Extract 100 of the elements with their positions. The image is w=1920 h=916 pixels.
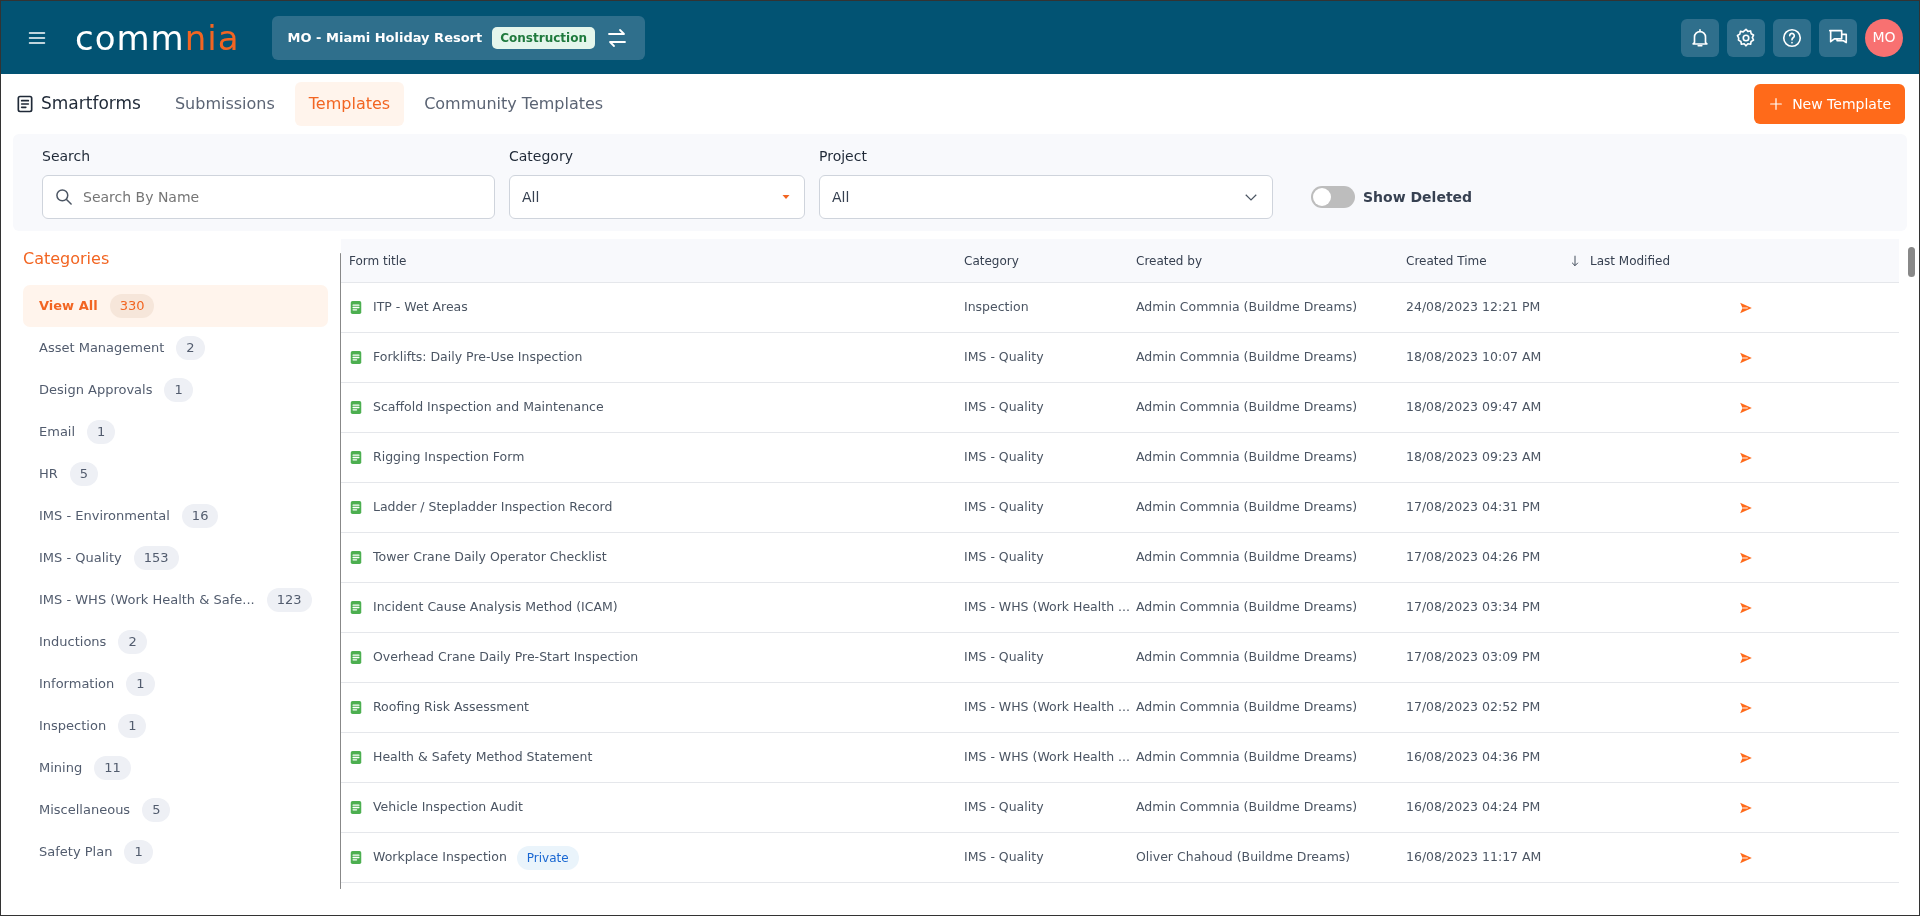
send-icon[interactable] — [1738, 751, 1754, 766]
category-item[interactable]: Mining 11 — [23, 747, 328, 789]
column-header[interactable]: Created Time — [1406, 251, 1487, 270]
count-badge: 123 — [266, 588, 312, 612]
send-icon[interactable] — [1738, 301, 1754, 316]
form-title[interactable]: Overhead Crane Daily Pre-Start Inspection — [373, 648, 639, 667]
count-badge: 330 — [109, 294, 155, 318]
form-title[interactable]: Incident Cause Analysis Method (ICAM) — [373, 598, 618, 617]
column-header[interactable]: Category — [964, 251, 1019, 270]
table-cell-text: Admin Commnia (Buildme Dreams) — [1136, 298, 1359, 317]
table-cell-text: Admin Commnia (Buildme Dreams) — [1136, 748, 1359, 767]
scrollbar[interactable] — [339, 253, 341, 889]
category-item[interactable]: Email 1 — [23, 411, 328, 453]
form-title[interactable]: Workplace Inspection — [373, 848, 507, 867]
table-cell-text: IMS - WHS (Work Health ... — [964, 698, 1131, 717]
form-title[interactable]: Health & Safety Method Statement — [373, 748, 593, 767]
category-item[interactable]: Inductions 2 — [23, 621, 328, 663]
search-field[interactable]: Search By Name — [42, 175, 495, 219]
category-item[interactable]: Asset Management 2 — [23, 327, 328, 369]
send-icon[interactable] — [1738, 701, 1754, 716]
column-header[interactable]: Created by — [1136, 251, 1203, 270]
category-item[interactable]: Miscellaneous 5 — [23, 789, 328, 831]
chat-button[interactable] — [1819, 18, 1857, 57]
table-cell-text: IMS - WHS (Work Health ... — [964, 598, 1131, 617]
table-cell-text: Admin Commnia (Buildme Dreams) — [1136, 648, 1359, 667]
count-badge: 2 — [176, 336, 205, 360]
send-icon[interactable] — [1738, 801, 1754, 816]
send-icon[interactable] — [1738, 401, 1754, 416]
send-icon[interactable] — [1738, 601, 1754, 616]
form-title[interactable]: Ladder / Stepladder Inspection Record — [373, 498, 613, 517]
bell-button[interactable] — [1681, 18, 1719, 57]
form-icon — [349, 549, 363, 566]
category-item[interactable]: IMS - Quality 153 — [23, 537, 328, 579]
tab[interactable]: Submissions — [160, 82, 289, 126]
field-label: Project — [819, 147, 868, 166]
form-icon — [349, 499, 363, 516]
private-badge: Private — [516, 845, 579, 870]
table-cell-text: 16/08/2023 04:36 PM — [1406, 748, 1542, 767]
bell-icon — [1689, 26, 1711, 49]
count-badge: 153 — [133, 546, 179, 570]
form-icon — [15, 93, 35, 115]
table-cell-text: Inspection — [964, 298, 1030, 317]
toggle-switch[interactable] — [1311, 186, 1355, 208]
toggle-label: Show Deleted — [1363, 187, 1473, 207]
project-name: MO - Miami Holiday Resort — [287, 28, 483, 47]
count-badge: 1 — [126, 672, 155, 696]
form-title[interactable]: ITP - Wet Areas — [373, 298, 468, 317]
count-badge: 1 — [87, 420, 116, 444]
table-cell-text: IMS - Quality — [964, 348, 1045, 367]
project-dropdown[interactable]: All — [819, 175, 1273, 219]
send-icon[interactable] — [1738, 501, 1754, 516]
form-title[interactable]: Tower Crane Daily Operator Checklist — [373, 548, 607, 567]
category-item[interactable]: IMS - WHS (Work Health & Safe... 123 — [23, 579, 328, 621]
table-cell-text: 18/08/2023 09:23 AM — [1406, 448, 1543, 467]
form-title[interactable]: Scaffold Inspection and Maintenance — [373, 398, 604, 417]
project-switcher[interactable]: MO - Miami Holiday Resort Construction — [271, 15, 645, 60]
logo: commnia — [75, 20, 240, 55]
table-cell-text: Admin Commnia (Buildme Dreams) — [1136, 798, 1359, 817]
table-cell-text: 17/08/2023 03:09 PM — [1406, 648, 1542, 667]
category-dropdown[interactable]: All — [509, 175, 805, 219]
form-title[interactable]: Forklifts: Daily Pre-Use Inspection — [373, 348, 583, 367]
tab[interactable]: Community Templates — [410, 82, 618, 126]
settings-icon — [1735, 26, 1757, 49]
table-cell-text: IMS - Quality — [964, 548, 1045, 567]
count-badge: 5 — [69, 462, 99, 486]
send-icon[interactable] — [1738, 851, 1754, 866]
count-badge: 11 — [94, 756, 131, 780]
scrollbar[interactable] — [1908, 247, 1915, 277]
form-title[interactable]: Rigging Inspection Form — [373, 448, 525, 467]
category-item[interactable]: Inspection 1 — [23, 705, 328, 747]
table-cell-text: IMS - WHS (Work Health ... — [964, 748, 1131, 767]
column-header[interactable]: Last Modified — [1590, 251, 1670, 270]
form-icon — [349, 649, 363, 666]
table-cell-text: 16/08/2023 04:24 PM — [1406, 798, 1542, 817]
send-icon[interactable] — [1738, 551, 1754, 566]
send-icon[interactable] — [1738, 651, 1754, 666]
settings-button[interactable] — [1727, 18, 1765, 57]
form-icon — [349, 849, 363, 866]
table-cell-text: 17/08/2023 03:34 PM — [1406, 598, 1542, 617]
category-item[interactable]: Design Approvals 1 — [23, 369, 328, 411]
count-badge: 2 — [118, 630, 147, 654]
count-badge: 1 — [118, 714, 147, 738]
form-title[interactable]: Vehicle Inspection Audit — [373, 798, 523, 817]
send-icon[interactable] — [1738, 351, 1754, 366]
table-cell-text: 18/08/2023 09:47 AM — [1406, 398, 1543, 417]
module-title: Smartforms — [41, 92, 141, 116]
send-icon[interactable] — [1738, 451, 1754, 466]
category-item[interactable]: Information 1 — [23, 663, 328, 705]
category-item[interactable]: HR 5 — [23, 453, 328, 495]
table-cell-text: Admin Commnia (Buildme Dreams) — [1136, 548, 1359, 567]
table-cell-text: IMS - Quality — [964, 848, 1045, 867]
table-cell-text: 17/08/2023 04:31 PM — [1406, 498, 1542, 517]
form-title[interactable]: Roofing Risk Assessment — [373, 698, 529, 717]
help-button[interactable] — [1773, 18, 1811, 57]
category-item[interactable]: IMS - Environmental 16 — [23, 495, 328, 537]
table-cell-text: IMS - Quality — [964, 398, 1045, 417]
column-header[interactable]: Form title — [349, 251, 407, 270]
field-label: Search — [42, 147, 92, 166]
table-cell-text: Admin Commnia (Buildme Dreams) — [1136, 498, 1359, 517]
category-item[interactable]: Safety Plan 1 — [23, 831, 328, 873]
